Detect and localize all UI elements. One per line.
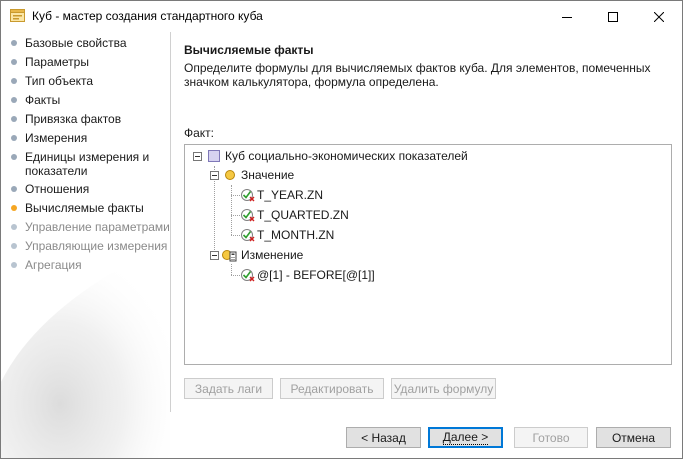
step-label: Вычисляемые факты	[25, 201, 144, 215]
cube-icon	[208, 150, 220, 162]
page-title: Вычисляемые факты	[184, 43, 314, 57]
step-parameter-management: Управление параметрами	[1, 220, 170, 234]
maximize-button[interactable]	[590, 1, 636, 32]
tree-node-fact[interactable]: T_QUARTED.ZN	[240, 206, 349, 224]
set-lags-button[interactable]: Задать лаги	[184, 378, 273, 399]
next-button[interactable]: Далее >	[428, 427, 503, 448]
step-object-type[interactable]: Тип объекта	[1, 74, 170, 88]
tree-connector	[231, 195, 240, 196]
step-bullet	[11, 116, 17, 122]
step-bullet	[11, 78, 17, 84]
next-button-label: Далее >	[442, 429, 489, 445]
tree-node-label: T_MONTH.ZN	[257, 228, 335, 242]
tree-connector	[231, 235, 240, 236]
fact-folder-icon	[225, 170, 235, 180]
tree-node-fact[interactable]: T_MONTH.ZN	[240, 226, 334, 244]
step-label: Факты	[25, 93, 61, 107]
delete-formula-button[interactable]: Удалить формулу	[391, 378, 496, 399]
close-icon	[654, 11, 664, 22]
tree-node-fact[interactable]: @[1] - BEFORE[@[1]]	[240, 266, 375, 284]
tree-node-label: Изменение	[241, 248, 304, 262]
fact-tree-label: Факт:	[184, 126, 215, 140]
page-description: Определите формулы для вычисляемых факто…	[184, 61, 651, 89]
step-bullet	[11, 59, 17, 65]
step-label: Отношения	[25, 182, 90, 196]
tree-connector	[231, 264, 232, 275]
tree-node-group-value[interactable]: Значение	[210, 166, 294, 184]
step-bullet	[11, 40, 17, 46]
step-bullet-active	[11, 205, 17, 211]
fact-check-icon	[241, 229, 255, 242]
maximize-icon	[608, 11, 618, 22]
step-bullet	[11, 262, 17, 268]
tree-node-label: Куб социально-экономических показателей	[225, 149, 468, 163]
step-label: Привязка фактов	[25, 112, 122, 126]
tree-node-label: T_YEAR.ZN	[257, 188, 324, 202]
cube-wizard-icon	[10, 9, 25, 22]
step-label: Агрегация	[25, 258, 82, 272]
step-label: Базовые свойства	[25, 36, 127, 50]
step-fact-binding[interactable]: Привязка фактов	[1, 112, 170, 126]
step-parameters[interactable]: Параметры	[1, 55, 170, 69]
step-label: Тип объекта	[25, 74, 94, 88]
wizard-window: Куб - мастер создания стандартного куба	[0, 0, 683, 459]
step-bullet	[11, 224, 17, 230]
sidebar-divider	[170, 32, 171, 412]
step-label: Параметры	[25, 55, 89, 69]
step-label: Управление параметрами	[25, 220, 170, 234]
step-bullet	[11, 186, 17, 192]
cancel-button[interactable]: Отмена	[596, 427, 671, 448]
fact-check-icon	[241, 189, 255, 202]
sidebar-decoration	[1, 242, 170, 458]
fact-check-icon	[241, 209, 255, 222]
wizard-steps-sidebar: Базовые свойства Параметры Тип объекта Ф…	[1, 32, 170, 458]
step-facts[interactable]: Факты	[1, 93, 170, 107]
title-bar: Куб - мастер создания стандартного куба	[1, 1, 682, 32]
facts-tree[interactable]: Куб социально-экономических показателей …	[184, 144, 672, 365]
fact-check-icon	[241, 269, 255, 282]
step-units-and-indicators[interactable]: Единицы измерения и показатели	[1, 150, 151, 178]
step-calculated-facts[interactable]: Вычисляемые факты	[1, 201, 170, 215]
tree-node-fact[interactable]: T_YEAR.ZN	[240, 186, 323, 204]
collapse-toggle[interactable]	[193, 151, 202, 161]
step-bullet	[11, 135, 17, 141]
window-title: Куб - мастер создания стандартного куба	[32, 9, 263, 23]
tree-connector	[231, 185, 232, 235]
step-label: Единицы измерения и показатели	[25, 150, 150, 178]
tree-node-root[interactable]: Куб социально-экономических показателей	[193, 147, 468, 165]
step-control-dimensions: Управляющие измерения	[1, 239, 170, 253]
step-bullet	[11, 154, 17, 160]
step-label: Измерения	[25, 131, 88, 145]
step-bullet	[11, 97, 17, 103]
step-base-properties[interactable]: Базовые свойства	[1, 36, 170, 50]
calculated-fact-folder-icon	[222, 250, 237, 262]
tree-connector	[231, 275, 240, 276]
close-button[interactable]	[636, 1, 682, 32]
tree-connector	[231, 215, 240, 216]
step-relations[interactable]: Отношения	[1, 182, 170, 196]
tree-node-label: T_QUARTED.ZN	[257, 208, 349, 222]
step-label: Управляющие измерения	[25, 239, 168, 253]
step-dimensions[interactable]: Измерения	[1, 131, 170, 145]
minimize-icon	[562, 16, 572, 18]
back-button[interactable]: < Назад	[346, 427, 421, 448]
finish-button[interactable]: Готово	[514, 427, 588, 448]
step-aggregation: Агрегация	[1, 258, 170, 272]
collapse-toggle[interactable]	[210, 170, 219, 180]
collapse-toggle[interactable]	[210, 250, 219, 260]
tree-node-group-change[interactable]: Изменение	[210, 246, 303, 264]
edit-formula-button[interactable]: Редактировать	[280, 378, 384, 399]
step-bullet	[11, 243, 17, 249]
minimize-button[interactable]	[544, 1, 590, 32]
tree-node-label: @[1] - BEFORE[@[1]]	[257, 268, 375, 282]
tree-node-label: Значение	[241, 168, 295, 182]
